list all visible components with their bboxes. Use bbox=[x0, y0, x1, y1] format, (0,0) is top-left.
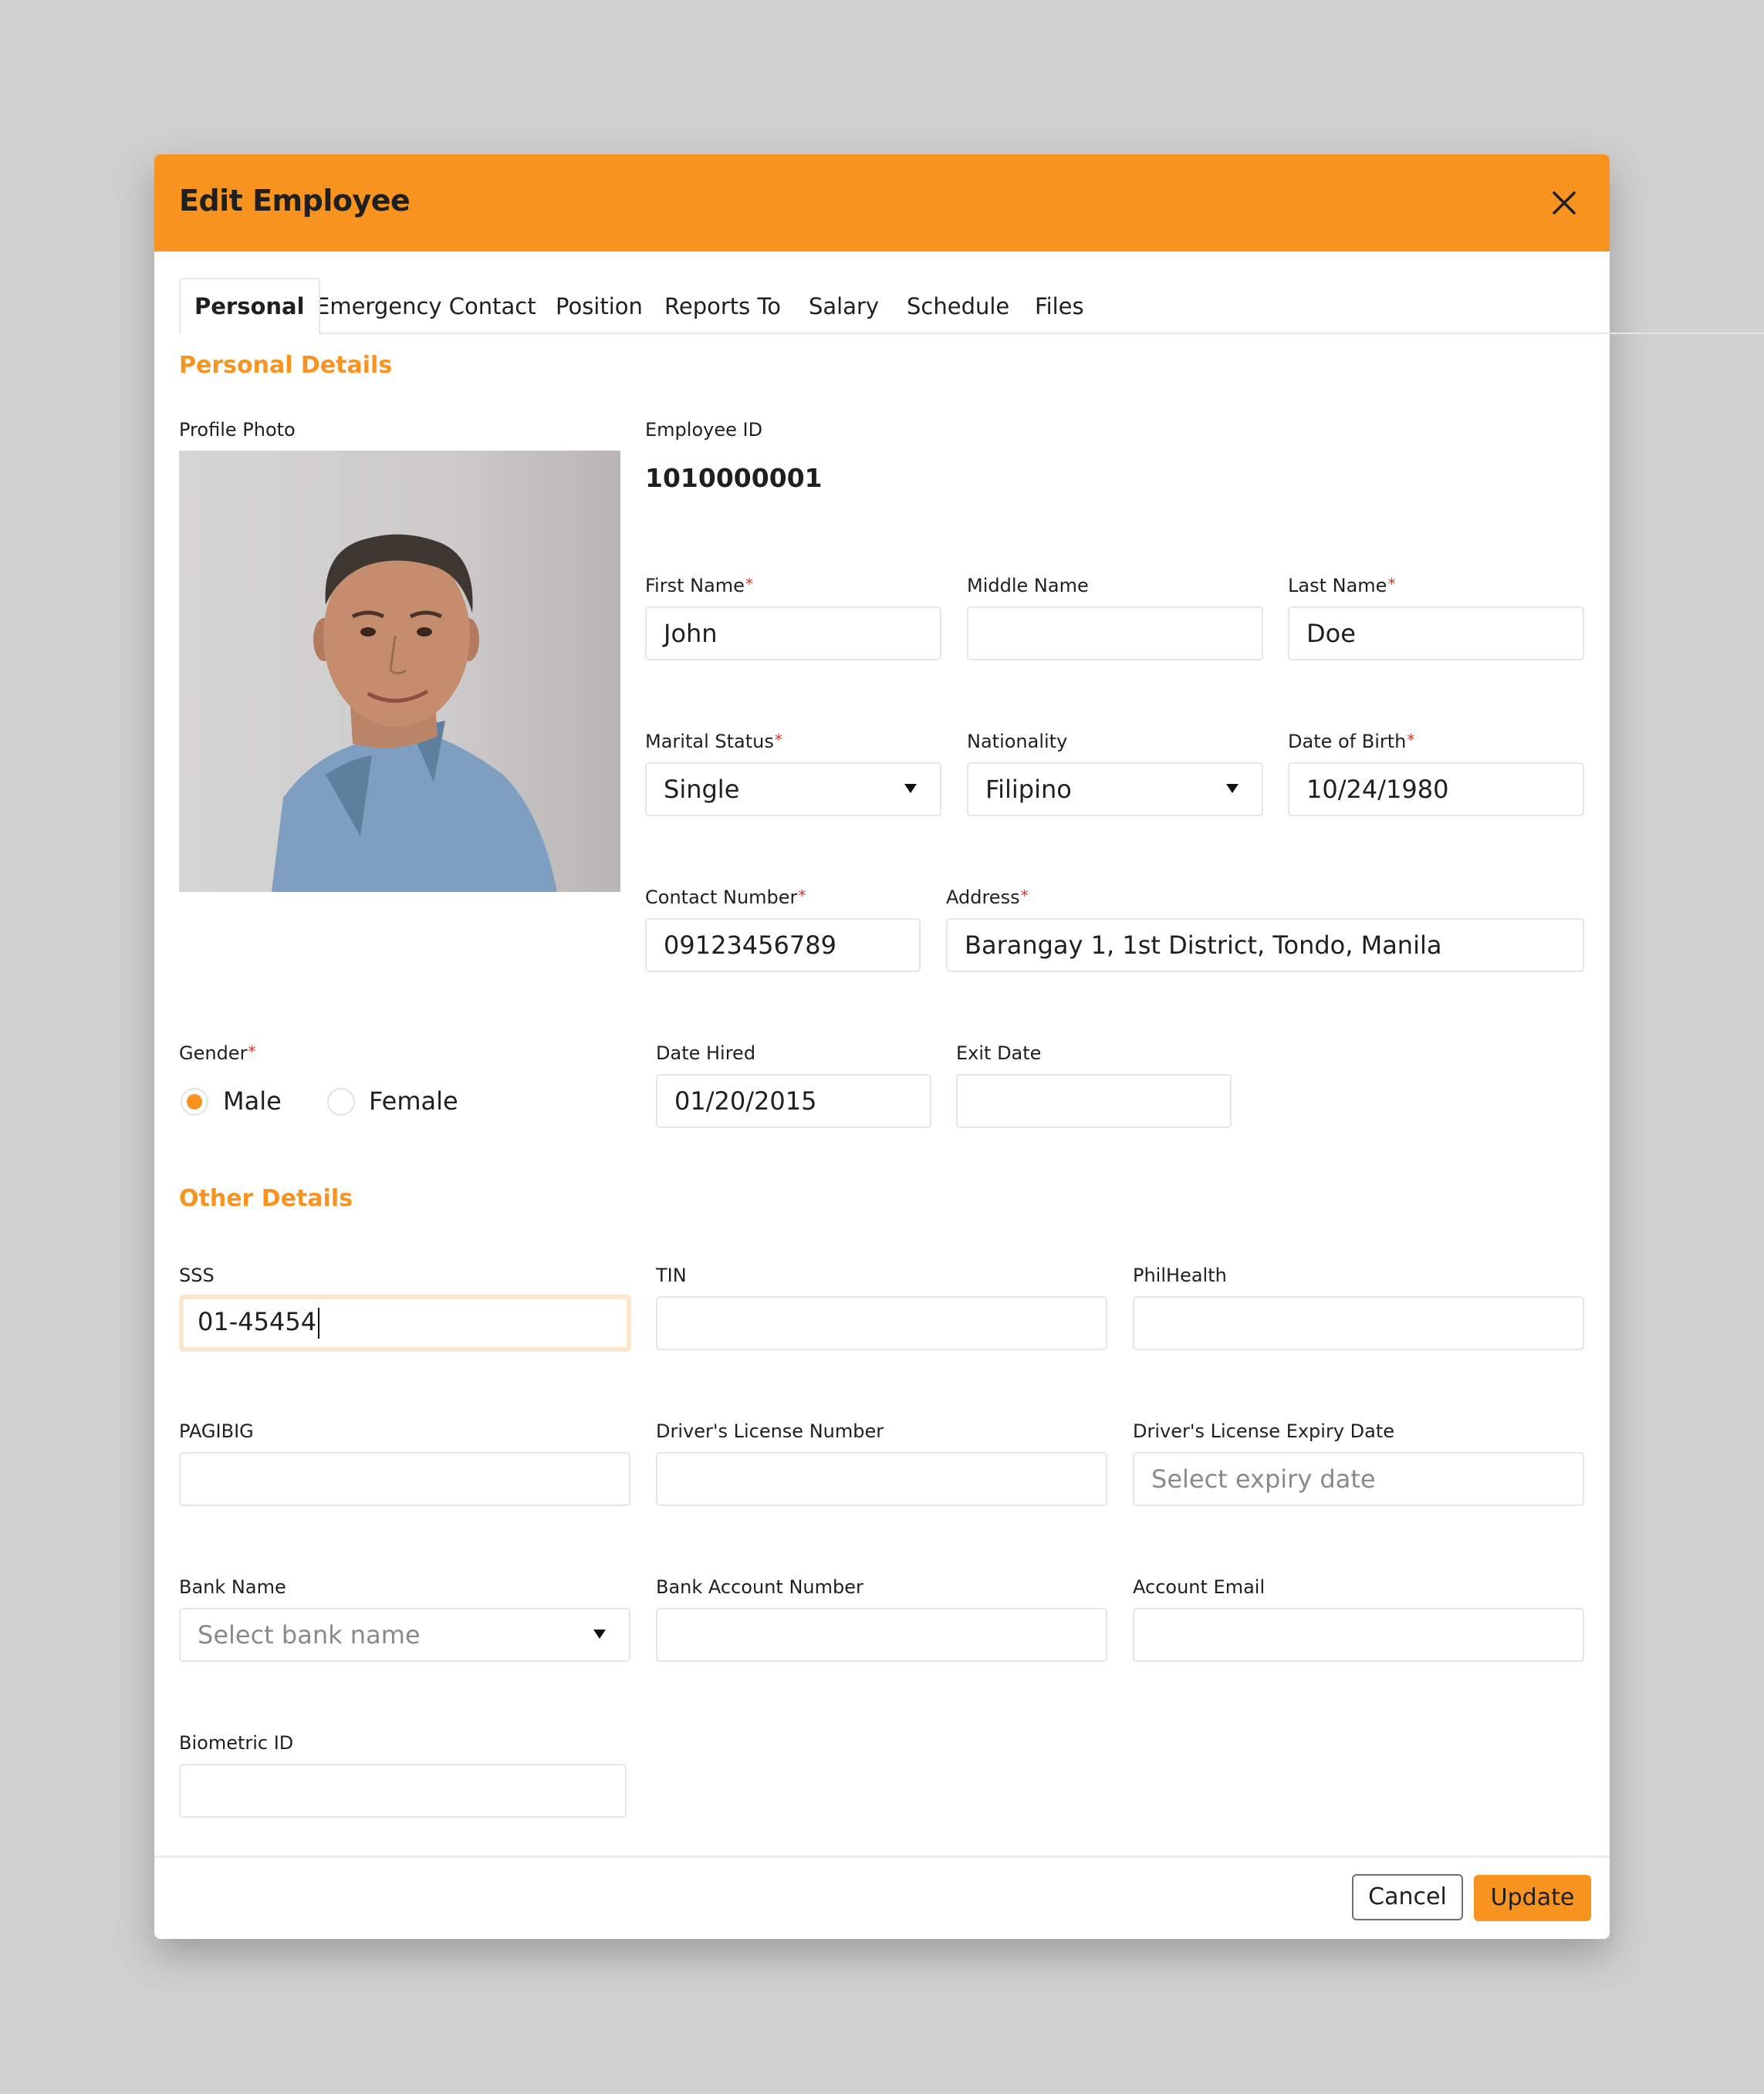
tab-position[interactable]: Position bbox=[556, 279, 643, 333]
nationality-select[interactable]: Filipino bbox=[967, 762, 1263, 816]
account-email-input[interactable] bbox=[1133, 1608, 1584, 1662]
philhealth-label: PhilHealth bbox=[1133, 1265, 1227, 1286]
account-email-label: Account Email bbox=[1133, 1576, 1266, 1598]
bank-account-input[interactable] bbox=[656, 1608, 1107, 1662]
update-button[interactable]: Update bbox=[1474, 1875, 1591, 1921]
middle-name-input[interactable] bbox=[967, 606, 1263, 660]
gender-female-radio[interactable] bbox=[327, 1088, 355, 1116]
contact-number-label-text: Contact Number bbox=[645, 887, 798, 908]
philhealth-input[interactable] bbox=[1133, 1296, 1584, 1350]
last-name-label: Last Name* bbox=[1288, 575, 1395, 596]
date-of-birth-label-text: Date of Birth bbox=[1288, 731, 1407, 752]
pagibig-input[interactable] bbox=[179, 1452, 630, 1506]
close-button[interactable] bbox=[1549, 188, 1579, 218]
bank-name-label: Bank Name bbox=[179, 1576, 286, 1598]
required-marker: * bbox=[1387, 575, 1396, 593]
license-expiry-input[interactable]: Select expiry date bbox=[1133, 1452, 1584, 1506]
gender-label: Gender* bbox=[179, 1042, 255, 1064]
required-marker: * bbox=[1020, 887, 1029, 905]
profile-photo[interactable] bbox=[179, 451, 620, 892]
biometric-id-label: Biometric ID bbox=[179, 1732, 294, 1754]
marital-status-label-text: Marital Status bbox=[645, 731, 774, 752]
dropdown-arrow-icon bbox=[904, 784, 917, 793]
tin-input[interactable] bbox=[656, 1296, 1107, 1350]
address-label: Address* bbox=[946, 887, 1029, 908]
last-name-input[interactable]: Doe bbox=[1288, 606, 1584, 660]
bank-name-placeholder: Select bank name bbox=[198, 1620, 421, 1650]
bank-account-label: Bank Account Number bbox=[656, 1576, 863, 1598]
modal-title: Edit Employee bbox=[179, 184, 411, 218]
bank-name-select[interactable]: Select bank name bbox=[179, 1608, 630, 1662]
sss-value: 01-45454 bbox=[198, 1307, 317, 1336]
middle-name-label: Middle Name bbox=[967, 575, 1089, 596]
required-marker: * bbox=[248, 1042, 256, 1061]
close-icon bbox=[1553, 191, 1576, 214]
first-name-label-text: First Name bbox=[645, 575, 745, 596]
employee-id-label: Employee ID bbox=[645, 419, 763, 441]
gender-male-radio[interactable] bbox=[181, 1088, 208, 1116]
marital-status-select[interactable]: Single bbox=[645, 762, 941, 816]
date-hired-input[interactable]: 01/20/2015 bbox=[656, 1074, 931, 1128]
footer-divider bbox=[154, 1856, 1610, 1858]
gender-male-label[interactable]: Male bbox=[223, 1086, 282, 1116]
license-number-input[interactable] bbox=[656, 1452, 1107, 1506]
nationality-label: Nationality bbox=[967, 731, 1068, 752]
cancel-button[interactable]: Cancel bbox=[1352, 1874, 1463, 1920]
date-of-birth-label: Date of Birth* bbox=[1288, 731, 1414, 752]
first-name-input[interactable]: John bbox=[645, 606, 941, 660]
contact-number-label: Contact Number* bbox=[645, 887, 806, 908]
date-of-birth-input[interactable]: 10/24/1980 bbox=[1288, 762, 1584, 816]
modal-header: Edit Employee bbox=[154, 154, 1610, 252]
gender-label-text: Gender bbox=[179, 1042, 248, 1064]
license-number-label: Driver's License Number bbox=[656, 1420, 884, 1442]
sss-input[interactable]: 01-45454 bbox=[179, 1295, 631, 1352]
dropdown-arrow-icon bbox=[593, 1630, 606, 1639]
edit-employee-modal: Edit Employee Personal Emergency Contact… bbox=[154, 154, 1764, 1939]
profile-photo-label: Profile Photo bbox=[179, 419, 296, 441]
license-expiry-label: Driver's License Expiry Date bbox=[1133, 1420, 1395, 1442]
required-marker: * bbox=[798, 887, 806, 905]
exit-date-label: Exit Date bbox=[956, 1042, 1042, 1064]
profile-photo-image bbox=[272, 534, 557, 892]
required-marker: * bbox=[745, 575, 753, 593]
tin-label: TIN bbox=[656, 1265, 687, 1286]
tab-reports-to[interactable]: Reports To bbox=[664, 279, 781, 333]
exit-date-input[interactable] bbox=[956, 1074, 1232, 1128]
employee-id-value: 1010000001 bbox=[645, 463, 823, 493]
date-hired-label: Date Hired bbox=[656, 1042, 756, 1064]
tab-emergency-contact[interactable]: Emergency Contact bbox=[316, 279, 536, 333]
sss-label: SSS bbox=[179, 1265, 215, 1286]
personal-details-heading: Personal Details bbox=[179, 352, 393, 379]
marital-status-label: Marital Status* bbox=[645, 731, 782, 752]
tab-salary[interactable]: Salary bbox=[809, 279, 879, 333]
contact-number-input[interactable]: 09123456789 bbox=[645, 918, 921, 972]
first-name-label: First Name* bbox=[645, 575, 753, 596]
pagibig-label: PAGIBIG bbox=[179, 1420, 254, 1442]
marital-status-value: Single bbox=[664, 775, 740, 804]
last-name-label-text: Last Name bbox=[1288, 575, 1387, 596]
tab-personal[interactable]: Personal bbox=[179, 278, 320, 335]
dropdown-arrow-icon bbox=[1226, 784, 1239, 793]
text-cursor bbox=[318, 1308, 320, 1339]
address-label-text: Address bbox=[946, 887, 1020, 908]
required-marker: * bbox=[774, 731, 782, 749]
address-input[interactable]: Barangay 1, 1st District, Tondo, Manila bbox=[946, 918, 1584, 972]
other-details-heading: Other Details bbox=[179, 1185, 353, 1212]
gender-female-label[interactable]: Female bbox=[369, 1086, 458, 1116]
tab-files[interactable]: Files bbox=[1035, 279, 1084, 333]
biometric-id-input[interactable] bbox=[179, 1764, 627, 1818]
nationality-value: Filipino bbox=[985, 775, 1072, 804]
required-marker: * bbox=[1407, 731, 1415, 749]
tab-schedule[interactable]: Schedule bbox=[907, 279, 1009, 333]
